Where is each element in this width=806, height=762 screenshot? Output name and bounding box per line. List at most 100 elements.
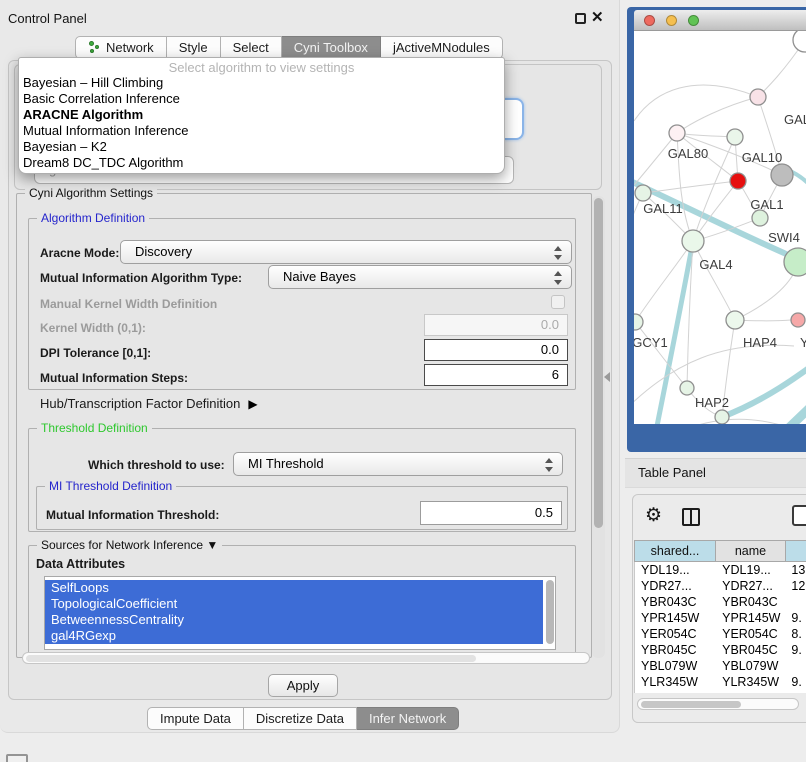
table-row[interactable]: YDL19...YDL19...13 xyxy=(635,562,806,578)
mi-type-combobox[interactable]: Naive Bayes xyxy=(268,265,572,289)
table-row[interactable]: YLR345WYLR345W9. xyxy=(635,674,806,690)
focused-combobox-edge xyxy=(504,98,524,140)
column-header[interactable]: shared... xyxy=(634,540,716,562)
kernel-width-field[interactable]: 0.0 xyxy=(424,314,568,336)
tab-select[interactable]: Select xyxy=(221,36,282,59)
network-edge xyxy=(634,193,643,291)
settings-hscrollbar[interactable] xyxy=(22,652,590,664)
splitpane-collapse-handle[interactable] xyxy=(604,372,610,382)
tab-label: Select xyxy=(233,40,269,55)
table-row[interactable]: YBL079WYBL079W xyxy=(635,658,806,674)
table-cell xyxy=(785,658,806,674)
attribute-item-selected[interactable]: BetweennessCentrality xyxy=(45,612,543,628)
algorithm-option[interactable]: Basic Correlation Inference xyxy=(19,91,504,107)
table-cell: YLR345W xyxy=(635,674,716,690)
mi-steps-field[interactable]: 6 xyxy=(424,364,568,386)
network-node[interactable] xyxy=(727,129,743,145)
minimize-traffic-light-icon[interactable] xyxy=(666,15,677,26)
network-node[interactable] xyxy=(784,248,806,276)
network-node[interactable] xyxy=(730,173,746,189)
network-edge xyxy=(635,322,687,388)
network-node[interactable] xyxy=(682,230,704,252)
algorithm-option[interactable]: ARACNE Algorithm xyxy=(19,107,504,123)
network-edge xyxy=(693,241,735,320)
tab-label: jActiveMNodules xyxy=(393,40,490,55)
network-edge xyxy=(643,181,738,193)
hub-definition-label: Hub/Transcription Factor Definition xyxy=(40,396,240,411)
tab-discretize-data[interactable]: Discretize Data xyxy=(244,707,357,730)
algorithm-option[interactable]: Bayesian – Hill Climbing xyxy=(19,75,504,91)
float-panel-button[interactable] xyxy=(575,13,586,24)
hub-definition-expander[interactable]: Hub/Transcription Factor Definition ▶ xyxy=(40,396,258,411)
zoom-traffic-light-icon[interactable] xyxy=(688,15,699,26)
attribute-item-selected[interactable]: TopologicalCoefficient xyxy=(45,596,543,612)
table-cell: 9. xyxy=(785,674,806,690)
table-cell: 8. xyxy=(785,626,806,642)
network-node-label: GAL80 xyxy=(668,146,708,161)
table-row[interactable]: YIL052CYIL052C9. xyxy=(635,690,806,693)
attribute-item-selected[interactable]: gal4RGexp xyxy=(45,628,543,644)
table-hscrollbar-thumb[interactable] xyxy=(641,701,741,708)
tab-infer-network[interactable]: Infer Network xyxy=(357,707,459,730)
table-cell: YER054C xyxy=(635,626,716,642)
tab-impute-data[interactable]: Impute Data xyxy=(147,707,244,730)
network-node[interactable] xyxy=(669,125,685,141)
combo-stepper-icon xyxy=(554,270,563,286)
apply-button[interactable]: Apply xyxy=(268,674,338,697)
network-canvas[interactable]: GALGAL80GAL10GAL1GAL11SWI4GAL4GCY1HAP4YH… xyxy=(634,31,806,424)
minimized-panel-icon[interactable] xyxy=(6,754,28,762)
network-window-titlebar[interactable] xyxy=(634,10,806,31)
table-cell: YPR145W xyxy=(635,610,716,626)
manual-kernel-checkbox[interactable] xyxy=(551,295,565,309)
panel-mode-icon[interactable] xyxy=(792,505,806,526)
table-hscrollbar[interactable] xyxy=(637,698,799,710)
settings-scrollbar[interactable] xyxy=(592,196,605,658)
table-row[interactable]: YBR045CYBR045C9. xyxy=(635,642,806,658)
tab-jactivemnodules[interactable]: jActiveMNodules xyxy=(381,36,503,59)
tab-style[interactable]: Style xyxy=(167,36,221,59)
network-edge xyxy=(754,399,806,424)
table-cell: 9. xyxy=(785,610,806,626)
gear-icon[interactable]: ⚙ xyxy=(645,504,662,527)
network-node[interactable] xyxy=(752,210,768,226)
network-node[interactable] xyxy=(771,164,793,186)
close-traffic-light-icon[interactable] xyxy=(644,15,655,26)
close-panel-button[interactable]: ✕ xyxy=(591,8,604,26)
network-edge xyxy=(722,353,806,417)
network-node[interactable] xyxy=(726,311,744,329)
table-row[interactable]: YDR27...YDR27...12 xyxy=(635,578,806,594)
algorithm-option[interactable]: Dream8 DC_TDC Algorithm xyxy=(19,155,504,171)
algorithm-option[interactable]: Bayesian – K2 xyxy=(19,139,504,155)
network-node[interactable] xyxy=(793,31,806,52)
network-node[interactable] xyxy=(715,410,729,424)
mi-threshold-field[interactable]: 0.5 xyxy=(420,501,562,525)
network-node[interactable] xyxy=(635,185,651,201)
network-node[interactable] xyxy=(750,89,766,105)
settings-hscrollbar-thumb[interactable] xyxy=(26,655,476,662)
settings-scrollbar-thumb[interactable] xyxy=(594,198,603,528)
table-cell xyxy=(785,594,806,610)
attributes-scrollbar-thumb[interactable] xyxy=(546,580,554,644)
network-node[interactable] xyxy=(634,314,643,330)
algorithm-option[interactable]: Mutual Information Inference xyxy=(19,123,504,139)
sources-legend[interactable]: Sources for Network Inference ▼ xyxy=(37,538,222,552)
network-node-label: HAP4 xyxy=(743,335,777,350)
table-row[interactable]: YER054CYER054C8. xyxy=(635,626,806,642)
columns-icon[interactable] xyxy=(682,508,700,526)
tab-cyni-toolbox[interactable]: Cyni Toolbox xyxy=(282,36,381,59)
aracne-mode-combobox[interactable]: Discovery xyxy=(120,240,572,264)
table-cell: YBR045C xyxy=(716,642,785,658)
network-node[interactable] xyxy=(791,313,805,327)
attribute-item-selected[interactable]: SelfLoops xyxy=(45,580,543,596)
table-row[interactable]: YBR043CYBR043C xyxy=(635,594,806,610)
network-node-label: HAP2 xyxy=(695,395,729,410)
table-row[interactable]: YPR145WYPR145W9. xyxy=(635,610,806,626)
table-cell: YBL079W xyxy=(716,658,785,674)
table-body: YDL19...YDL19...13YDR27...YDR27...12YBR0… xyxy=(634,562,806,693)
dpi-tolerance-field[interactable]: 0.0 xyxy=(424,339,568,361)
tab-network[interactable]: Network xyxy=(75,36,167,59)
column-header[interactable] xyxy=(786,540,806,562)
which-threshold-combobox[interactable]: MI Threshold xyxy=(233,452,563,476)
column-header[interactable]: name xyxy=(716,540,786,562)
network-node[interactable] xyxy=(680,381,694,395)
